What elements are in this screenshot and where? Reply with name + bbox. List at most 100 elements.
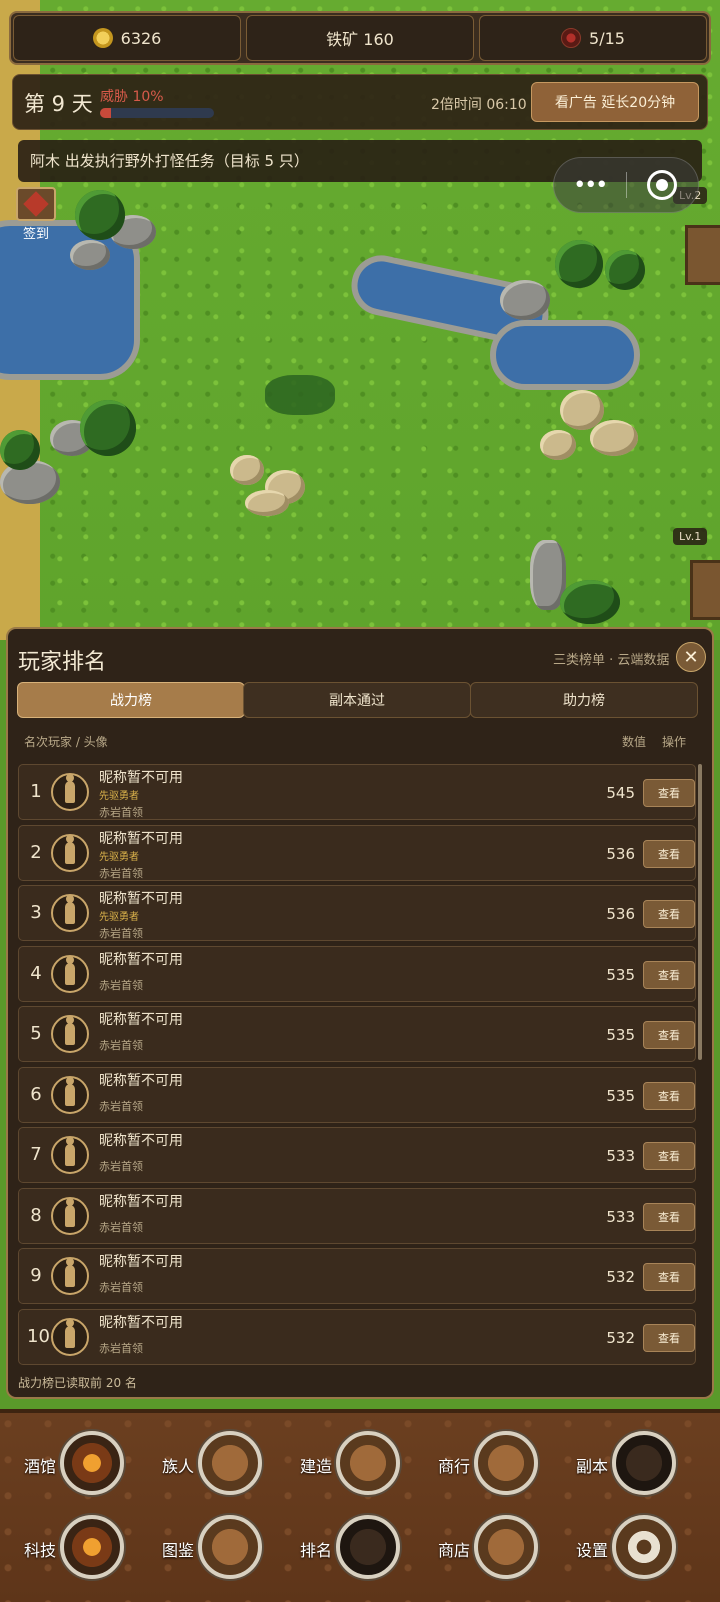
map-building[interactable] bbox=[690, 560, 720, 620]
ranking-row[interactable]: 6 昵称暂不可用 赤岩首领 535 查看 bbox=[18, 1066, 696, 1123]
nav-dungeon[interactable]: 副本 bbox=[558, 1425, 698, 1505]
nav-ranking[interactable]: 排名 bbox=[282, 1509, 422, 1589]
player-clan: 赤岩首领 bbox=[99, 1281, 143, 1294]
map-tree bbox=[555, 240, 603, 288]
ranking-list[interactable]: 1 昵称暂不可用 先驱勇者 赤岩首领 545 查看 2 昵称暂不可用 先驱勇者 赤… bbox=[18, 764, 706, 1370]
day-status-bar: 第 9 天 威胁 10% 2倍时间 06:10 看广告 延长20分钟 bbox=[12, 74, 708, 130]
view-button[interactable]: 查看 bbox=[643, 1021, 695, 1049]
column-header-value: 数值 bbox=[622, 735, 647, 749]
view-button[interactable]: 查看 bbox=[643, 900, 695, 928]
nav-label: 图鉴 bbox=[162, 1541, 195, 1560]
tab-support-ranking[interactable]: 助力榜 bbox=[470, 682, 698, 718]
settings-icon bbox=[612, 1515, 676, 1579]
player-nickname: 昵称暂不可用 bbox=[99, 1133, 183, 1149]
gold-counter: 6326 bbox=[13, 15, 241, 61]
player-nickname: 昵称暂不可用 bbox=[99, 1193, 183, 1210]
player-nickname: 昵称暂不可用 bbox=[99, 891, 183, 907]
gold-value: 6326 bbox=[120, 28, 162, 48]
nav-label: 商店 bbox=[438, 1541, 471, 1560]
nav-label: 排名 bbox=[300, 1541, 333, 1560]
view-button[interactable]: 查看 bbox=[643, 1081, 695, 1110]
gold-coin-icon bbox=[92, 28, 113, 48]
warrior-avatar-icon bbox=[65, 1258, 75, 1287]
close-button[interactable]: ✕ bbox=[676, 642, 706, 672]
nav-tribesmen[interactable]: 族人 bbox=[144, 1425, 284, 1505]
nav-shop[interactable]: 商店 bbox=[420, 1509, 560, 1589]
player-score: 532 bbox=[606, 1328, 635, 1347]
ranking-row[interactable]: 7 昵称暂不可用 赤岩首领 533 查看 bbox=[18, 1127, 696, 1183]
ranking-row[interactable]: 1 昵称暂不可用 先驱勇者 赤岩首领 545 查看 bbox=[18, 764, 696, 820]
close-miniprogram-button[interactable] bbox=[627, 170, 699, 200]
nav-tech[interactable]: 科技 bbox=[6, 1509, 146, 1589]
rank-number: 5 bbox=[30, 1023, 42, 1044]
player-score: 545 bbox=[606, 784, 635, 802]
player-nickname: 昵称暂不可用 bbox=[99, 1012, 183, 1028]
ranking-row[interactable]: 2 昵称暂不可用 先驱勇者 赤岩首领 536 查看 bbox=[18, 824, 696, 881]
ranking-row[interactable]: 9 昵称暂不可用 赤岩首领 532 查看 bbox=[18, 1248, 696, 1304]
ranking-row[interactable]: 8 昵称暂不可用 赤岩首领 533 查看 bbox=[18, 1187, 696, 1244]
map-tree bbox=[0, 430, 40, 470]
view-button[interactable]: 查看 bbox=[643, 839, 695, 868]
tavern-icon bbox=[60, 1431, 124, 1495]
panel-footer: 战力榜已读取前 20 名 bbox=[18, 1376, 137, 1390]
map-tree bbox=[80, 400, 136, 456]
building-level-badge: Lv.1 bbox=[673, 528, 708, 545]
ranking-row[interactable]: 4 昵称暂不可用 赤岩首领 535 查看 bbox=[18, 945, 696, 1002]
list-scrollbar[interactable] bbox=[698, 764, 702, 1060]
view-button[interactable]: 查看 bbox=[643, 1263, 695, 1291]
nav-label: 建造 bbox=[300, 1457, 333, 1476]
map-building[interactable] bbox=[685, 225, 720, 285]
nav-tavern[interactable]: 酒馆 bbox=[6, 1425, 146, 1505]
map-rock bbox=[70, 240, 110, 270]
avatar bbox=[51, 894, 89, 932]
tribesmen-icon bbox=[198, 1431, 262, 1495]
watch-ad-extend-button[interactable]: 看广告 延长20分钟 bbox=[531, 82, 699, 122]
ranking-row[interactable]: 10 昵称暂不可用 赤岩首领 532 查看 bbox=[18, 1308, 696, 1365]
view-button[interactable]: 查看 bbox=[643, 1323, 695, 1352]
ranking-panel: 玩家排名 三类榜单 · 云端数据 ✕ 战力榜 副本通过 助力榜 名次玩家 / 头… bbox=[6, 627, 714, 1399]
tab-dungeon-clear[interactable]: 副本通过 bbox=[243, 682, 471, 718]
avatar bbox=[51, 833, 89, 872]
nav-label: 酒馆 bbox=[24, 1457, 57, 1476]
checkin-icon bbox=[16, 187, 56, 221]
view-button[interactable]: 查看 bbox=[643, 1142, 695, 1170]
player-nickname: 昵称暂不可用 bbox=[99, 830, 183, 847]
player-score: 533 bbox=[606, 1207, 635, 1226]
nav-trading-house[interactable]: 商行 bbox=[420, 1425, 560, 1505]
nav-label: 设置 bbox=[576, 1541, 609, 1560]
nav-settings[interactable]: 设置 bbox=[558, 1509, 698, 1589]
player-clan: 赤岩首领 bbox=[99, 1039, 143, 1052]
shop-icon bbox=[474, 1515, 538, 1579]
tab-power-ranking[interactable]: 战力榜 bbox=[17, 682, 245, 718]
ranking-row[interactable]: 3 昵称暂不可用 先驱勇者 赤岩首领 536 查看 bbox=[18, 885, 696, 941]
mini-program-capsule: ••• bbox=[553, 157, 699, 213]
more-menu-icon[interactable]: ••• bbox=[554, 173, 626, 198]
player-nickname: 昵称暂不可用 bbox=[99, 1254, 183, 1270]
avatar bbox=[51, 1257, 89, 1295]
population-icon bbox=[561, 28, 582, 48]
warrior-avatar-icon bbox=[65, 955, 75, 985]
map-rock bbox=[500, 280, 550, 320]
avatar bbox=[51, 1015, 89, 1053]
target-icon bbox=[647, 170, 678, 200]
view-button[interactable]: 查看 bbox=[643, 779, 695, 807]
nav-codex[interactable]: 图鉴 bbox=[144, 1509, 284, 1589]
player-score: 536 bbox=[606, 844, 635, 863]
view-button[interactable]: 查看 bbox=[643, 960, 695, 989]
avatar bbox=[51, 773, 89, 811]
warrior-avatar-icon bbox=[65, 834, 75, 864]
player-clan: 赤岩首领 bbox=[99, 866, 143, 880]
iron-value: 铁矿 160 bbox=[326, 30, 394, 49]
nav-build[interactable]: 建造 bbox=[282, 1425, 422, 1505]
warrior-avatar-icon bbox=[65, 1318, 75, 1348]
ranking-row[interactable]: 5 昵称暂不可用 赤岩首领 535 查看 bbox=[18, 1006, 696, 1062]
checkin-button[interactable]: 签到 bbox=[14, 187, 58, 242]
map-boulder bbox=[590, 420, 638, 456]
iron-counter: 铁矿 160 bbox=[246, 15, 474, 61]
ranking-icon bbox=[336, 1515, 400, 1579]
player-title: 先驱勇者 bbox=[99, 791, 139, 802]
map-pond bbox=[490, 320, 640, 390]
player-nickname: 昵称暂不可用 bbox=[99, 1072, 183, 1089]
view-button[interactable]: 查看 bbox=[643, 1202, 695, 1231]
build-icon bbox=[336, 1431, 400, 1495]
